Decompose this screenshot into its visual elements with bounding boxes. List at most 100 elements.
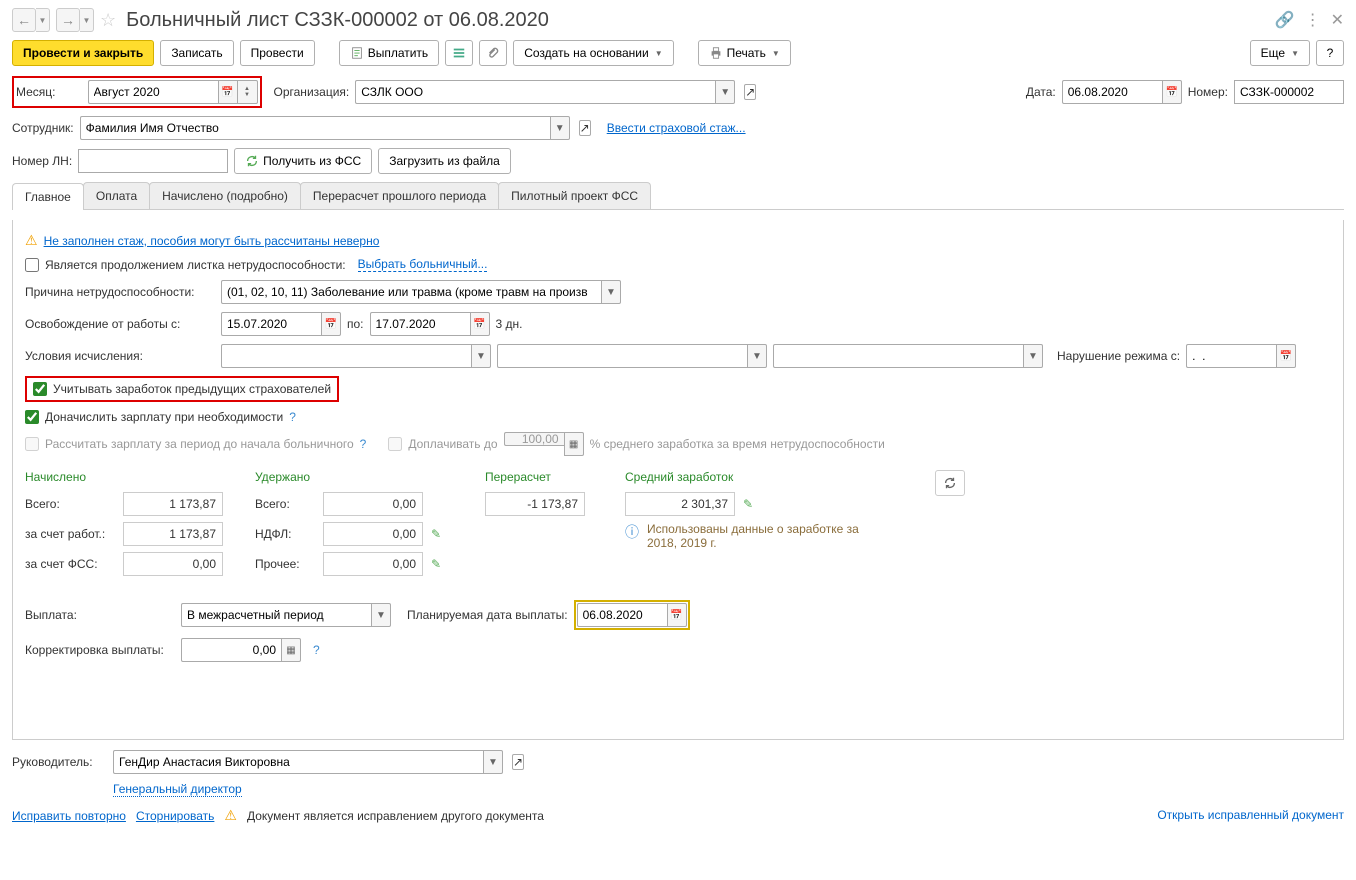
employee-input[interactable]: [80, 116, 550, 140]
calendar-icon[interactable]: 📅: [667, 603, 687, 627]
calc-conditions-label: Условия исчисления:: [25, 349, 215, 363]
head-label: Руководитель:: [12, 755, 107, 769]
close-icon[interactable]: ✕: [1331, 10, 1344, 30]
chevron-down-icon[interactable]: ▼: [601, 280, 621, 304]
calendar-icon[interactable]: 📅: [321, 312, 341, 336]
avg-earn-value: 2 301,37: [625, 492, 735, 516]
calc-salary-label: Рассчитать зарплату за период до начала …: [45, 437, 354, 451]
withheld-total: 0,00: [323, 492, 423, 516]
head-input[interactable]: [113, 750, 483, 774]
payment-period-input[interactable]: [181, 603, 371, 627]
warning-icon: ⚠: [224, 807, 237, 824]
post-and-close-button[interactable]: Провести и закрыть: [12, 40, 154, 66]
head-position-link[interactable]: Генеральный директор: [113, 782, 242, 797]
attachment-button[interactable]: [479, 40, 507, 66]
withheld-other: 0,00: [323, 552, 423, 576]
post-button[interactable]: Провести: [240, 40, 315, 66]
insurance-link[interactable]: Ввести страховой стаж...: [607, 121, 746, 135]
reason-input[interactable]: [221, 280, 601, 304]
chevron-down-icon[interactable]: ▼: [715, 80, 735, 104]
date-input[interactable]: [1062, 80, 1162, 104]
accrued-header: Начислено: [25, 470, 225, 484]
help-icon[interactable]: ?: [360, 437, 367, 451]
chevron-down-icon[interactable]: ▼: [471, 344, 491, 368]
date-to-input[interactable]: [370, 312, 470, 336]
prev-insurers-checkbox[interactable]: [33, 382, 47, 396]
nav-forward-button[interactable]: →: [56, 8, 80, 32]
help-icon[interactable]: ?: [313, 643, 320, 657]
chevron-down-icon[interactable]: ▼: [371, 603, 391, 627]
violation-label: Нарушение режима с:: [1057, 349, 1180, 363]
chevron-down-icon: ▼: [772, 49, 780, 58]
earn-info-text: Использованы данные о заработке за 2018,…: [647, 522, 867, 550]
window-title: Больничный лист СЗЗК-000002 от 06.08.202…: [126, 9, 549, 32]
tab-pilot-fss[interactable]: Пилотный проект ФСС: [498, 182, 651, 209]
select-sick-link[interactable]: Выбрать больничный...: [358, 257, 488, 272]
number-input[interactable]: [1234, 80, 1344, 104]
chevron-down-icon[interactable]: ▼: [483, 750, 503, 774]
calc-cond-3[interactable]: [773, 344, 1023, 368]
calendar-icon[interactable]: 📅: [1276, 344, 1296, 368]
accrued-fss: 0,00: [123, 552, 223, 576]
get-from-fss-button[interactable]: Получить из ФСС: [234, 148, 372, 174]
favorite-star-icon[interactable]: ☆: [100, 10, 116, 31]
date-from-input[interactable]: [221, 312, 321, 336]
organization-input[interactable]: [355, 80, 715, 104]
refresh-icon: [245, 154, 259, 168]
nav-forward-dropdown[interactable]: ▼: [80, 8, 94, 32]
tab-main[interactable]: Главное: [12, 183, 84, 210]
open-corrected-link[interactable]: Открыть исправленный документ: [1157, 807, 1344, 824]
chevron-down-icon[interactable]: ▼: [1023, 344, 1043, 368]
chevron-down-icon[interactable]: ▼: [550, 116, 570, 140]
pay-button[interactable]: Выплатить: [339, 40, 440, 66]
print-button[interactable]: Печать▼: [698, 40, 791, 66]
link-icon[interactable]: 🔗: [1275, 10, 1295, 30]
calendar-icon[interactable]: 📅: [1162, 80, 1182, 104]
more-button[interactable]: Еще▼: [1250, 40, 1310, 66]
refresh-button[interactable]: [935, 470, 965, 496]
chevron-down-icon: ▼: [1291, 49, 1299, 58]
tab-recalc[interactable]: Перерасчет прошлого периода: [300, 182, 499, 209]
date-label: Дата:: [1026, 85, 1056, 99]
prev-insurers-label: Учитывать заработок предыдущих страховат…: [53, 382, 331, 396]
month-spinner[interactable]: ▲▼: [238, 80, 258, 104]
help-icon[interactable]: ?: [289, 410, 296, 424]
calc-cond-1[interactable]: [221, 344, 471, 368]
pencil-icon[interactable]: ✎: [743, 497, 753, 511]
structure-button[interactable]: [445, 40, 473, 66]
calculator-icon[interactable]: ▦: [281, 638, 301, 662]
accrued-employer: 1 173,87: [123, 522, 223, 546]
pencil-icon[interactable]: ✎: [431, 527, 441, 541]
warning-icon: ⚠: [25, 232, 38, 249]
pencil-icon[interactable]: ✎: [431, 557, 441, 571]
reverse-link[interactable]: Сторнировать: [136, 809, 214, 823]
tab-accrued[interactable]: Начислено (подробно): [149, 182, 301, 209]
chevron-down-icon[interactable]: ▼: [747, 344, 767, 368]
save-button[interactable]: Записать: [160, 40, 233, 66]
pay-up-label: Доплачивать до: [408, 437, 497, 451]
load-from-file-button[interactable]: Загрузить из файла: [378, 148, 511, 174]
warning-link[interactable]: Не заполнен стаж, пособия могут быть рас…: [44, 234, 380, 248]
month-input[interactable]: [88, 80, 218, 104]
tab-payment[interactable]: Оплата: [83, 182, 150, 209]
calendar-icon[interactable]: 📅: [470, 312, 490, 336]
fix-again-link[interactable]: Исправить повторно: [12, 809, 126, 823]
nav-back-button[interactable]: ←: [12, 8, 36, 32]
calendar-icon[interactable]: 📅: [218, 80, 238, 104]
open-head-button[interactable]: ↗: [512, 754, 524, 770]
continuation-checkbox[interactable]: [25, 258, 39, 272]
nav-back-dropdown[interactable]: ▼: [36, 8, 50, 32]
correction-input[interactable]: [181, 638, 281, 662]
open-employee-button[interactable]: ↗: [579, 120, 591, 136]
open-org-button[interactable]: ↗: [744, 84, 756, 100]
help-button[interactable]: ?: [1316, 40, 1344, 66]
planned-date-input[interactable]: [577, 603, 667, 627]
create-based-button[interactable]: Создать на основании▼: [513, 40, 673, 66]
violation-date-input[interactable]: [1186, 344, 1276, 368]
add-salary-checkbox[interactable]: [25, 410, 39, 424]
calc-cond-2[interactable]: [497, 344, 747, 368]
refresh-icon: [943, 476, 957, 490]
menu-dots-icon[interactable]: ⋮: [1305, 10, 1321, 30]
ln-number-input[interactable]: [78, 149, 228, 173]
printer-icon: [709, 46, 723, 60]
